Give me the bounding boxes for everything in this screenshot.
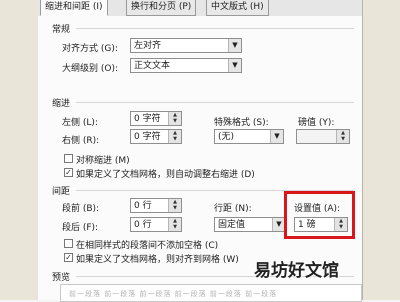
chevron-down-icon[interactable]: ▼ <box>228 59 241 72</box>
spinner-arrows-icon[interactable]: ▲ ▼ <box>168 218 181 231</box>
mirror-indents-checkbox[interactable] <box>64 154 73 163</box>
indent-left-label: 左侧 (L): <box>62 118 98 128</box>
snap-to-grid-label: 如果定义了文档网格，则对齐到网格 (W) <box>76 255 239 265</box>
alignment-dropdown[interactable]: 左对齐 ▼ <box>130 38 242 53</box>
auto-adjust-right-indent-checkbox[interactable]: ✓ <box>64 168 73 177</box>
spinner-arrows-icon[interactable]: ▲ ▼ <box>168 130 181 143</box>
outline-level-value: 正文文本 <box>134 61 171 71</box>
indent-left-value: 0 字符 <box>134 114 161 124</box>
special-indent-label: 特殊格式 (S): <box>214 118 269 128</box>
no-space-same-style-label: 在相同样式的段落间不添加空格 (C) <box>76 241 219 251</box>
indent-right-label: 右侧 (R): <box>62 136 100 146</box>
spacing-after-value: 0 行 <box>134 220 152 230</box>
tab-line-page-breaks[interactable]: 换行和分页 (P) <box>126 0 197 16</box>
spacing-before-spinner[interactable]: 0 行 ▲ ▼ <box>130 198 182 213</box>
section-divider <box>76 28 354 29</box>
indentation-heading: 缩进 <box>52 99 71 109</box>
spacing-before-value: 0 行 <box>134 201 152 211</box>
tab-strip: 缩进和间距 (I) 换行和分页 (P) 中文版式 (H) <box>38 0 362 17</box>
line-spacing-label: 行距 (N): <box>214 204 252 214</box>
line-spacing-value: 固定值 <box>218 220 246 230</box>
alignment-value: 左对齐 <box>134 41 162 51</box>
tab-indents-spacing[interactable]: 缩进和间距 (I) <box>40 0 108 16</box>
outline-level-label: 大纲级别 (O): <box>62 64 118 74</box>
preview-box: 前一段落 前一段落 前一段落 前一段落 前一段落 前一段落 <box>60 284 362 302</box>
auto-adjust-right-indent-label: 如果定义了文档网格，则自动调整右缩进 (D) <box>76 170 255 180</box>
indent-right-value: 0 字符 <box>134 132 161 142</box>
chevron-down-icon[interactable]: ▼ <box>270 130 283 143</box>
tab-asian-typography[interactable]: 中文版式 (H) <box>206 0 269 16</box>
spacing-after-label: 段后 (F): <box>62 223 99 233</box>
spacing-after-spinner[interactable]: 0 行 ▲ ▼ <box>130 217 182 232</box>
special-indent-value: (无) <box>218 132 235 142</box>
spacing-heading: 间距 <box>52 187 71 197</box>
special-indent-dropdown[interactable]: (无) ▼ <box>214 129 284 144</box>
indent-left-spinner[interactable]: 0 字符 ▲ ▼ <box>130 111 182 126</box>
spinner-arrows-icon[interactable]: ▲ ▼ <box>336 130 349 143</box>
chevron-down-icon[interactable]: ▼ <box>228 39 241 52</box>
indent-by-label: 磅值 (Y): <box>298 118 335 128</box>
preview-text: 前一段落 前一段落 前一段落 前一段落 前一段落 前一段落 <box>69 290 278 298</box>
window-frame-left <box>0 0 39 300</box>
outline-level-dropdown[interactable]: 正文文本 ▼ <box>130 58 242 73</box>
general-heading: 常规 <box>52 25 71 35</box>
line-spacing-dropdown[interactable]: 固定值 ▼ <box>214 217 286 232</box>
spinner-arrows-icon[interactable]: ▲ ▼ <box>168 199 181 212</box>
watermark-text: 易坊好文馆 <box>254 261 339 281</box>
indent-by-spinner[interactable]: ▲ ▼ <box>296 129 350 144</box>
spinner-arrows-icon[interactable]: ▲ ▼ <box>168 112 181 125</box>
window-frame-right <box>362 0 400 300</box>
spacing-before-label: 段前 (B): <box>62 204 100 214</box>
no-space-same-style-checkbox[interactable] <box>64 239 73 248</box>
indent-right-spinner[interactable]: 0 字符 ▲ ▼ <box>130 129 182 144</box>
snap-to-grid-checkbox[interactable]: ✓ <box>64 253 73 262</box>
mirror-indents-label: 对称缩进 (M) <box>76 156 130 166</box>
section-divider <box>76 102 354 103</box>
alignment-label: 对齐方式 (G): <box>62 44 118 54</box>
highlight-box <box>284 191 355 239</box>
preview-heading: 预览 <box>52 273 71 283</box>
